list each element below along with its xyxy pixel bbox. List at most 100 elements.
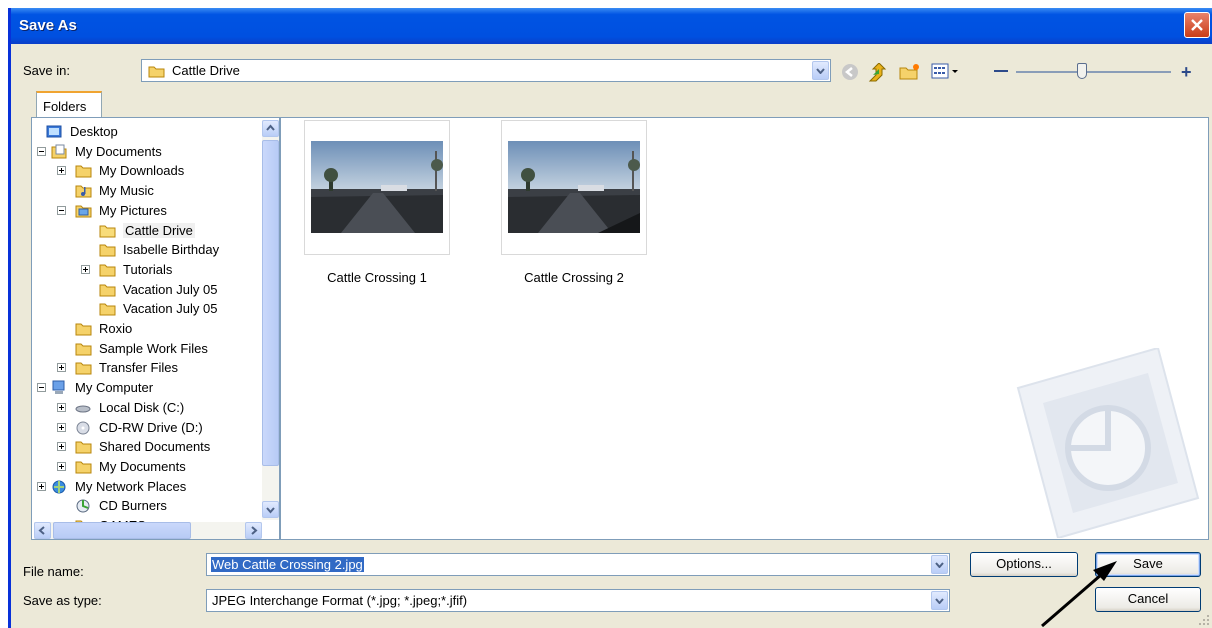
expand-icon[interactable] [57, 461, 66, 471]
zoom-slider-track[interactable] [1016, 71, 1171, 73]
tree-item[interactable]: CD Burners [32, 497, 260, 516]
tree-item[interactable]: Shared Documents [32, 438, 260, 457]
tree-item-label: My Pictures [99, 202, 167, 218]
folder-icon [75, 362, 92, 375]
chevron-right-icon [251, 526, 258, 535]
tree-item[interactable]: CD-RW Drive (D:) [32, 419, 260, 438]
tree-item[interactable]: Cattle Drive [32, 222, 260, 241]
tree-vertical-scrollbar[interactable] [262, 120, 279, 520]
zoom-in-icon[interactable]: + [1181, 62, 1192, 83]
save-as-type-dropdown-button[interactable] [931, 591, 948, 610]
close-icon [1191, 19, 1203, 31]
expand-icon[interactable] [57, 363, 66, 373]
folder-icon [75, 323, 92, 336]
resize-grip-icon[interactable] [1198, 614, 1210, 626]
tree-item[interactable]: Vacation July 05 [32, 281, 260, 300]
tree-item-label: My Documents [99, 458, 186, 474]
tree-item[interactable]: Tutorials [32, 261, 260, 280]
tree-item-label: My Downloads [99, 163, 185, 179]
cd-drive-icon [76, 421, 90, 434]
tree-vertical-scroll-thumb[interactable] [262, 140, 279, 466]
cancel-button[interactable]: Cancel [1095, 587, 1201, 612]
options-button[interactable]: Options... [970, 552, 1078, 577]
collapse-icon[interactable] [37, 146, 46, 156]
save-in-dropdown-button[interactable] [812, 61, 829, 80]
tree-item-label: Shared Documents [99, 439, 211, 455]
folder-icon [99, 264, 116, 277]
chevron-left-icon [38, 526, 45, 535]
scroll-right-button[interactable] [245, 522, 262, 539]
chevron-down-icon [935, 562, 944, 568]
tree-item-label: Local Disk (C:) [99, 399, 185, 415]
new-folder-icon[interactable] [899, 63, 921, 81]
tree-item-label: CD Burners [99, 498, 167, 514]
save-in-dropdown[interactable]: Cattle Drive [141, 59, 831, 82]
close-button[interactable] [1184, 12, 1210, 38]
tree-item[interactable]: My Computer [32, 379, 260, 398]
file-name-label[interactable]: Cattle Crossing 2 [501, 270, 647, 285]
file-name-label: File name: [23, 564, 84, 579]
cd-burners-icon [76, 499, 90, 513]
tree-item[interactable]: My Network Places [32, 478, 260, 497]
expand-icon[interactable] [81, 264, 90, 274]
back-icon[interactable] [841, 63, 859, 81]
view-menu-icon[interactable] [931, 63, 961, 81]
scroll-down-button[interactable] [262, 501, 279, 518]
folder-icon [99, 303, 116, 316]
tree-item-label: My Network Places [75, 478, 187, 494]
my-computer-icon [52, 380, 65, 395]
network-places-icon [52, 480, 66, 494]
tree-item-label: My Documents [75, 143, 162, 159]
tab-folders[interactable]: Folders [36, 91, 102, 118]
zoom-slider-thumb[interactable] [1077, 63, 1087, 79]
tree-item[interactable]: Vacation July 05 [32, 300, 260, 319]
file-thumbnail[interactable] [501, 120, 647, 255]
expand-icon[interactable] [57, 422, 66, 432]
chevron-down-icon [266, 507, 275, 514]
my-music-icon [75, 185, 92, 198]
up-one-level-icon[interactable] [868, 63, 888, 83]
file-name-label[interactable]: Cattle Crossing 1 [304, 270, 450, 285]
file-name-input[interactable]: Web Cattle Crossing 2.jpg [206, 553, 950, 576]
tree-item[interactable]: Roxio [32, 320, 260, 339]
tree-item[interactable]: Local Disk (C:) [32, 399, 260, 418]
folder-icon [75, 461, 92, 474]
expand-icon[interactable] [37, 481, 46, 491]
dialog-title: Save As [19, 17, 77, 34]
expand-icon[interactable] [57, 402, 66, 412]
tree-item[interactable]: Sample Work Files [32, 340, 260, 359]
tree-horizontal-scrollbar[interactable] [34, 522, 262, 539]
file-name-dropdown-button[interactable] [931, 555, 948, 574]
expand-icon[interactable] [57, 166, 66, 176]
tree-item[interactable]: My Music [32, 182, 260, 201]
hard-drive-icon [75, 405, 91, 413]
scroll-left-button[interactable] [34, 522, 51, 539]
collapse-icon[interactable] [37, 383, 46, 393]
tree-item[interactable]: My Documents [32, 458, 260, 477]
title-bar[interactable]: Save As [11, 8, 1212, 44]
save-button[interactable]: Save [1095, 552, 1201, 577]
tree-item-label: Transfer Files [99, 360, 178, 376]
tree-item-label: Cattle Drive [123, 222, 195, 238]
tree-item[interactable]: My Documents [32, 143, 260, 162]
tree-item-label: Roxio [99, 321, 133, 336]
tree-item[interactable]: My Downloads [32, 162, 260, 181]
tree-horizontal-scroll-thumb[interactable] [53, 522, 191, 539]
file-thumbnail[interactable] [304, 120, 450, 255]
tree-item-label: My Computer [75, 380, 154, 396]
tree-item[interactable]: Transfer Files [32, 359, 260, 378]
tree-item-label: Vacation July 05 [123, 281, 218, 297]
tree-item[interactable]: Isabelle Birthday [32, 241, 260, 260]
chevron-down-icon [816, 68, 825, 74]
scroll-up-button[interactable] [262, 120, 279, 137]
folder-icon [75, 441, 92, 454]
my-documents-icon [51, 144, 67, 159]
expand-icon[interactable] [57, 442, 66, 452]
collapse-icon[interactable] [57, 205, 66, 215]
folder-tree: Desktop My Documents My Downloads My Music M… [31, 117, 280, 540]
tree-item[interactable]: Desktop [32, 123, 260, 142]
zoom-out-icon[interactable] [994, 70, 1008, 72]
save-as-type-dropdown[interactable]: JPEG Interchange Format (*.jpg; *.jpeg;*… [206, 589, 950, 612]
tree-item[interactable]: My Pictures [32, 202, 260, 221]
file-list: Cattle Crossing 1 Cattle Crossing 2 [280, 117, 1209, 540]
